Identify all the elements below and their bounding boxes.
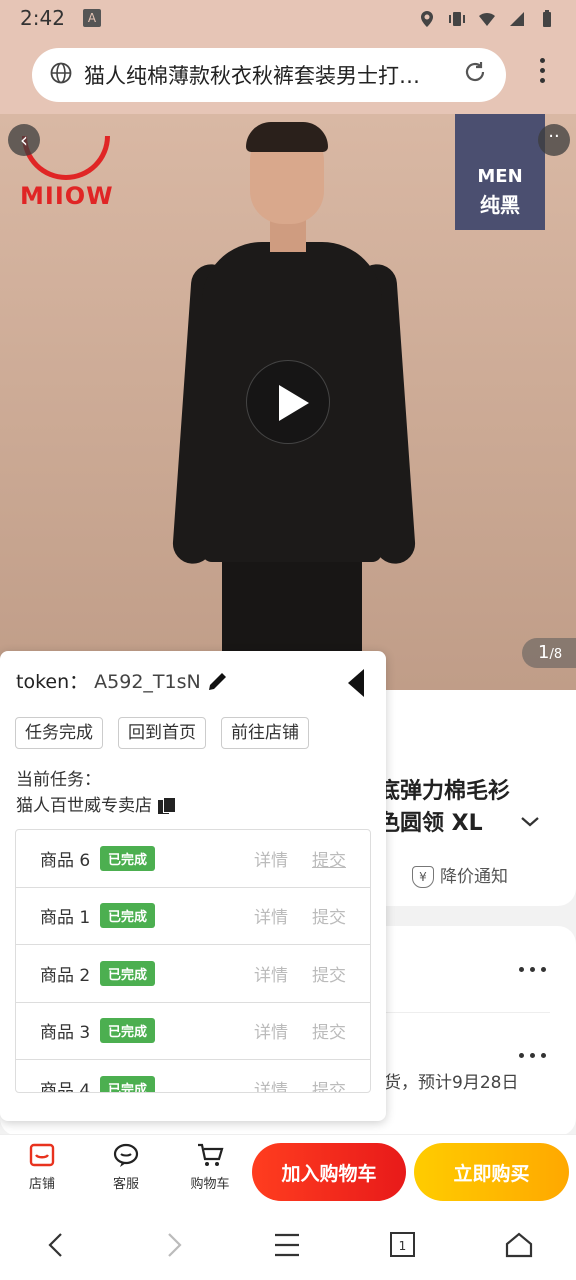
page-title: 猫人纯棉薄款秋衣秋裤套装男士打…	[84, 64, 420, 88]
detail-link[interactable]: 详情	[254, 846, 288, 871]
task-row: 商品 4 已完成 详情 提交	[16, 1060, 370, 1093]
service-tab[interactable]: 客服	[96, 1141, 156, 1192]
badge-men-label: MEN	[477, 166, 523, 187]
wifi-icon	[478, 9, 496, 27]
copy-icon[interactable]	[158, 797, 176, 815]
home-icon[interactable]	[504, 1230, 534, 1260]
badge-color-label: 纯黑	[480, 193, 520, 217]
submit-link[interactable]: 提交	[312, 846, 346, 871]
status-time: 2:42	[20, 6, 65, 30]
task-row: 商品 1 已完成 详情 提交	[16, 888, 370, 945]
play-icon	[279, 385, 309, 421]
back-icon[interactable]	[42, 1230, 72, 1260]
current-task-label: 当前任务：	[16, 770, 101, 790]
status-bar: 2:42 A	[0, 0, 576, 36]
service-tab-label: 客服	[112, 1177, 139, 1192]
shop-tab[interactable]: 店铺	[12, 1141, 72, 1192]
browser-menu-icon[interactable]	[540, 58, 546, 88]
task-row: 商品 2 已完成 详情 提交	[16, 945, 370, 1003]
shipping-estimate: 货，预计9月28日	[384, 1073, 519, 1093]
token-row: token： A592_T1sN	[16, 667, 201, 694]
battery-icon	[538, 9, 556, 27]
status-badge: 已完成	[100, 903, 156, 929]
product-title: 底弹力棉毛衫 色圆领 XL	[378, 779, 511, 836]
detail-link[interactable]: 详情	[254, 961, 288, 986]
submit-link[interactable]: 提交	[312, 1018, 346, 1043]
bottom-action-bar: 店铺 客服 购物车 加入购物车 立即购买	[0, 1134, 576, 1208]
token-label: token：	[16, 671, 89, 693]
current-shop-name: 猫人百世威专卖店	[16, 791, 176, 816]
token-value: A592_T1sN	[94, 671, 201, 693]
status-badge: 已完成	[100, 1018, 156, 1044]
tab-count: 1	[399, 1239, 407, 1253]
task-item-name: 商品 4	[40, 1080, 91, 1093]
task-row: 商品 6 已完成 详情 提交	[16, 830, 370, 888]
price-drop-notify-button[interactable]: ¥ 降价通知	[412, 862, 508, 888]
back-home-button[interactable]: 回到首页	[118, 717, 206, 749]
cart-tab-label: 购物车	[190, 1177, 230, 1192]
menu-icon[interactable]	[272, 1230, 302, 1260]
more-dots-icon[interactable]	[516, 960, 549, 976]
task-item-name: 商品 2	[40, 965, 91, 986]
vibrate-icon	[448, 9, 466, 27]
cart-icon	[196, 1141, 224, 1169]
task-panel: token： A592_T1sN 任务完成 回到首页 前往店铺 当前任务： 猫人百…	[0, 651, 386, 1121]
system-nav-bar: 1	[0, 1208, 576, 1280]
back-arrow-icon[interactable]: ‹	[8, 124, 40, 156]
location-icon	[418, 9, 436, 27]
task-action-buttons: 任务完成 回到首页 前往店铺	[15, 717, 309, 749]
browser-toolbar: 猫人纯棉薄款秋衣秋裤套装男士打…	[0, 36, 576, 114]
video-play-button[interactable]	[246, 360, 330, 444]
color-badge: MEN 纯黑	[455, 114, 545, 230]
tabs-icon[interactable]: 1	[388, 1230, 418, 1260]
task-item-name: 商品 3	[40, 1023, 91, 1044]
chevron-down-icon[interactable]	[520, 812, 540, 833]
product-image-gallery[interactable]: MIIOW MEN 纯黑 ‹ ·· 1/8	[0, 114, 576, 690]
submit-link[interactable]: 提交	[312, 961, 346, 986]
app-notification-icon: A	[82, 9, 101, 27]
price-tag-icon: ¥	[412, 866, 434, 888]
status-icons	[418, 9, 556, 27]
submit-link[interactable]: 提交	[312, 903, 346, 928]
pencil-icon[interactable]	[206, 669, 230, 693]
collapse-panel-icon[interactable]	[348, 669, 364, 697]
task-row: 商品 3 已完成 详情 提交	[16, 1003, 370, 1060]
add-to-cart-button[interactable]: 加入购物车	[252, 1143, 406, 1201]
signal-icon	[508, 9, 526, 27]
buy-now-button[interactable]: 立即购买	[414, 1143, 569, 1201]
status-badge: 已完成	[100, 845, 156, 871]
globe-icon	[50, 62, 72, 88]
more-dots-icon[interactable]	[516, 1046, 549, 1062]
submit-link[interactable]: 提交	[312, 1076, 346, 1092]
reload-icon[interactable]	[462, 59, 488, 92]
status-badge: 已完成	[100, 960, 156, 986]
image-page-counter: 1/8	[522, 638, 576, 668]
detail-link[interactable]: 详情	[254, 903, 288, 928]
detail-link[interactable]: 详情	[254, 1076, 288, 1092]
task-list: 商品 6 已完成 详情 提交 商品 1 已完成 详情 提交 商品 2 已完成 详…	[15, 829, 371, 1093]
more-dots-icon[interactable]: ··	[538, 124, 570, 156]
shop-icon	[28, 1141, 56, 1169]
forward-icon[interactable]	[158, 1230, 188, 1260]
shop-tab-label: 店铺	[28, 1177, 55, 1192]
status-badge: 已完成	[100, 1075, 156, 1092]
task-item-name: 商品 6	[40, 850, 91, 871]
cart-tab[interactable]: 购物车	[180, 1141, 240, 1192]
detail-link[interactable]: 详情	[254, 1018, 288, 1043]
go-to-shop-button[interactable]: 前往店铺	[221, 717, 309, 749]
chat-icon	[112, 1141, 140, 1169]
task-complete-button[interactable]: 任务完成	[15, 717, 103, 749]
address-bar[interactable]: 猫人纯棉薄款秋衣秋裤套装男士打…	[32, 48, 506, 102]
task-item-name: 商品 1	[40, 908, 91, 929]
